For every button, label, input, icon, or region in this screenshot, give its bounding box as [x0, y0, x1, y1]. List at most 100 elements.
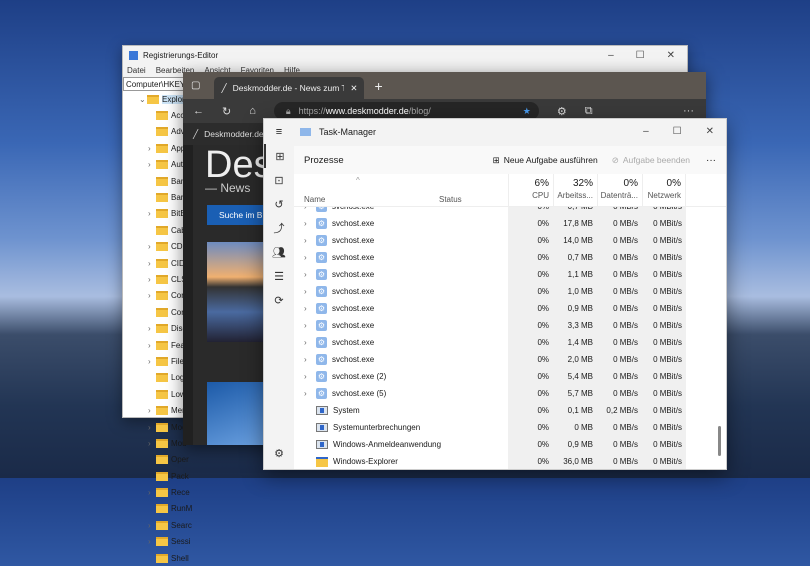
article-image[interactable] — [207, 242, 267, 342]
chevron-right-icon[interactable]: › — [148, 209, 151, 218]
chevron-right-icon[interactable]: › — [304, 287, 307, 296]
chevron-right-icon[interactable]: › — [148, 160, 151, 169]
table-row[interactable]: ›⚙svchost.exe0%0,7 MB0 MB/s0 MBit/s — [294, 207, 726, 215]
chevron-right-icon[interactable]: › — [148, 242, 151, 251]
table-row[interactable]: › ⚙ svchost.exe 0% 1,0 MB 0 MB/s 0 MBit/s — [294, 283, 726, 300]
new-tab-button[interactable]: + — [374, 78, 382, 94]
extensions-icon[interactable]: ⚙ — [557, 105, 567, 118]
gear-icon: ⚙ — [316, 218, 327, 229]
chevron-right-icon[interactable]: › — [148, 357, 151, 366]
maximize-button[interactable]: ☐ — [673, 126, 682, 137]
column-name[interactable]: Name — [304, 195, 325, 204]
chevron-right-icon[interactable]: › — [148, 144, 151, 153]
chevron-right-icon[interactable]: › — [148, 439, 151, 448]
table-row[interactable]: › ⚙ svchost.exe 0% 2,0 MB 0 MB/s 0 MBit/s — [294, 351, 726, 368]
gear-icon: ⚙ — [316, 286, 327, 297]
tree-item[interactable]: Pack — [123, 468, 193, 484]
tab-actions-icon[interactable]: ▢ — [191, 80, 200, 91]
app-history-icon[interactable]: ↺ — [264, 192, 294, 216]
chevron-right-icon[interactable]: › — [148, 423, 151, 432]
chevron-right-icon[interactable]: › — [148, 521, 151, 530]
table-row[interactable]: › ⚙ svchost.exe 0% 1,4 MB 0 MB/s 0 MBit/s — [294, 334, 726, 351]
net-value: 0 MBit/s — [653, 406, 682, 415]
net-value: 0 MBit/s — [653, 440, 682, 449]
refresh-icon[interactable]: ↻ — [222, 105, 231, 118]
tree-item[interactable]: › Sessi — [123, 534, 193, 550]
more-icon[interactable]: ··· — [683, 105, 694, 117]
startup-icon[interactable]: ⤴ — [264, 216, 294, 240]
maximize-button[interactable]: ☐ — [636, 50, 645, 61]
table-row[interactable]: › ⚙ svchost.exe 0% 1,1 MB 0 MB/s 0 MBit/s — [294, 266, 726, 283]
chevron-right-icon[interactable]: › — [304, 321, 307, 330]
chevron-right-icon[interactable]: › — [148, 275, 151, 284]
chevron-right-icon[interactable]: › — [304, 372, 307, 381]
gear-icon: ⚙ — [316, 320, 327, 331]
scrollbar[interactable] — [718, 426, 721, 456]
chevron-right-icon[interactable]: › — [304, 236, 307, 245]
new-task-button[interactable]: ⊞ Neue Aufgabe ausführen — [493, 155, 598, 166]
chevron-right-icon[interactable]: › — [304, 253, 307, 262]
chevron-right-icon[interactable]: › — [148, 291, 151, 300]
tree-item[interactable]: › Searc — [123, 517, 193, 533]
chevron-right-icon[interactable]: › — [304, 270, 307, 279]
cpu-value: 0% — [537, 253, 549, 262]
column-network[interactable]: 0% Netzwerk — [642, 174, 686, 206]
settings-icon[interactable]: ⚙ — [264, 441, 294, 465]
back-icon[interactable]: ← — [193, 105, 204, 117]
close-tab-icon[interactable]: ✕ — [350, 83, 357, 94]
hamburger-icon[interactable]: ≡ — [264, 126, 294, 138]
services-icon[interactable]: ⟳ — [264, 288, 294, 312]
close-button[interactable]: ✕ — [706, 126, 714, 137]
chevron-right-icon[interactable]: › — [148, 406, 151, 415]
minimize-button[interactable]: – — [643, 126, 649, 137]
chevron-right-icon[interactable]: › — [148, 341, 151, 350]
close-button[interactable]: ✕ — [667, 50, 675, 61]
favorite-link[interactable]: Deskmodder.de | — [204, 129, 268, 139]
table-row[interactable]: ›⚙svchost.exe0%0,7 MB0 MB/s0 MBit/s — [294, 249, 726, 266]
table-row[interactable]: › ⚙ svchost.exe 0% 0,9 MB 0 MB/s 0 MBit/s — [294, 300, 726, 317]
sort-arrow-icon[interactable]: ^ — [356, 176, 360, 185]
chevron-right-icon[interactable]: › — [148, 259, 151, 268]
chevron-right-icon[interactable]: › — [304, 219, 307, 228]
column-cpu[interactable]: 6% CPU — [508, 174, 553, 206]
chevron-down-icon[interactable]: ⌄ — [139, 95, 146, 104]
table-row[interactable]: › ⚙ svchost.exe (2) 0% 5,4 MB 0 MB/s 0 MBit/s — [294, 368, 726, 385]
minimize-button[interactable]: – — [608, 50, 614, 61]
tree-item[interactable]: Shell — [123, 550, 193, 566]
performance-icon[interactable]: ⊡ — [264, 168, 294, 192]
column-memory[interactable]: 32% Arbeitss... — [553, 174, 597, 206]
table-row[interactable]: › ⚙ svchost.exe 0% 17,8 MB 0 MB/s 0 MBit/s — [294, 215, 726, 232]
table-row[interactable]: › ⚙ svchost.exe (5) 0% 5,7 MB 0 MB/s 0 MBit/s — [294, 385, 726, 402]
column-disk[interactable]: 0% Datenträ... — [597, 174, 642, 206]
table-row[interactable]: Windows-Anmeldeanwendung 0% 0,9 MB 0 MB/s 0 … — [294, 436, 726, 453]
more-button[interactable]: ··· — [706, 155, 716, 166]
mem-value: 1,4 MB — [567, 338, 593, 347]
tree-item[interactable]: › Rece — [123, 484, 193, 500]
tree-item[interactable]: Oper — [123, 452, 193, 468]
chevron-right-icon[interactable]: › — [148, 537, 151, 546]
chevron-right-icon[interactable]: › — [304, 338, 307, 347]
home-icon[interactable]: ⌂ — [249, 105, 256, 117]
menu-item[interactable]: Datei — [127, 66, 146, 75]
column-status[interactable]: Status — [439, 195, 462, 204]
processes-icon[interactable]: ⊞ — [264, 144, 294, 168]
chevron-right-icon[interactable]: › — [304, 207, 307, 211]
table-row[interactable]: Systemunterbrechungen 0% 0 MB 0 MB/s 0 MBit/… — [294, 419, 726, 436]
table-row[interactable]: › ⚙ svchost.exe 0% 3,3 MB 0 MB/s 0 MBit/s — [294, 317, 726, 334]
collections-icon[interactable]: ⧉ — [585, 105, 593, 118]
table-row[interactable]: › ⚙ svchost.exe 0% 14,0 MB 0 MB/s 0 MBit/s — [294, 232, 726, 249]
chevron-right-icon[interactable]: › — [148, 324, 151, 333]
chevron-right-icon[interactable]: › — [304, 304, 307, 313]
end-task-button[interactable]: ⊘ Aufgabe beenden — [612, 155, 690, 166]
users-icon[interactable]: 👥︎ — [264, 240, 294, 264]
details-icon[interactable]: ☰ — [264, 264, 294, 288]
article-image[interactable] — [207, 382, 267, 445]
tree-item[interactable]: RunM — [123, 501, 193, 517]
table-row[interactable]: System 0% 0,1 MB 0,2 MB/s 0 MBit/s — [294, 402, 726, 419]
chevron-right-icon[interactable]: › — [304, 389, 307, 398]
table-row[interactable]: Windows-Explorer 0% 36,0 MB 0 MB/s 0 MBit/s — [294, 453, 726, 469]
star-icon[interactable]: ★ — [523, 106, 531, 117]
browser-tab[interactable]: ╱ Deskmodder.de - News zum The ✕ — [214, 77, 365, 99]
chevron-right-icon[interactable]: › — [148, 488, 151, 497]
chevron-right-icon[interactable]: › — [304, 355, 307, 364]
